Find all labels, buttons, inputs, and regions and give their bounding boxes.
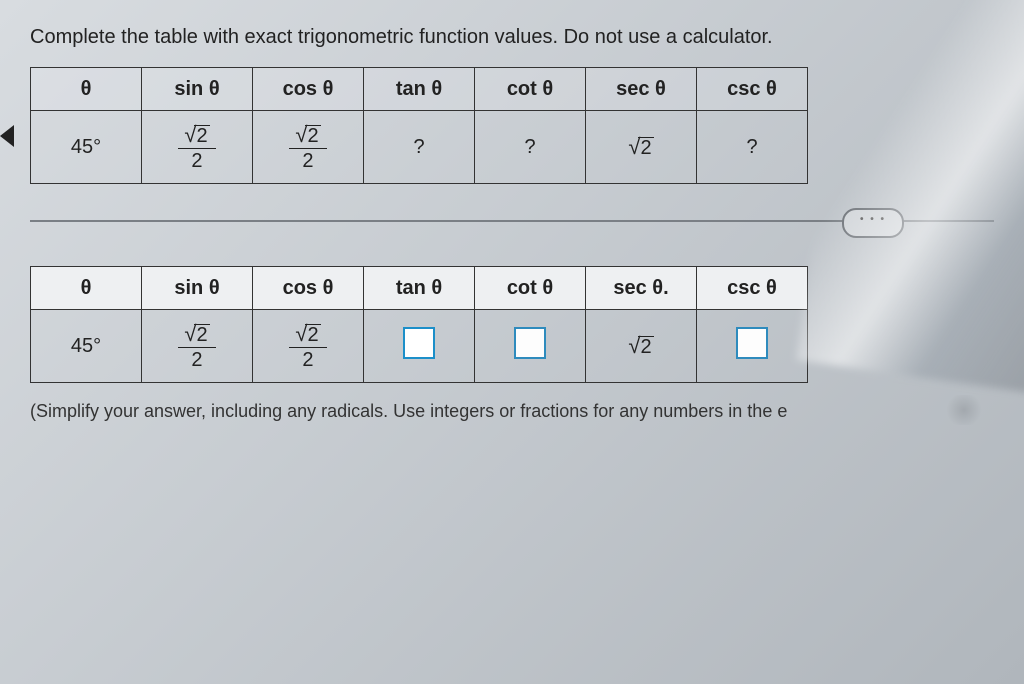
col-csc: csc θ (697, 68, 808, 111)
csc-input[interactable] (736, 327, 768, 359)
col-cos: cos θ (253, 68, 364, 111)
col-cos: cos θ (253, 267, 364, 310)
instruction-text: Complete the table with exact trigonomet… (30, 26, 994, 49)
cell-theta: 45° (31, 310, 142, 383)
prev-arrow-icon[interactable] (0, 125, 14, 147)
table-row: 45° 2 2 2 2 2 (31, 310, 808, 383)
col-sin: sin θ (142, 68, 253, 111)
cot-input[interactable] (514, 327, 546, 359)
cell-theta: 45° (31, 111, 142, 184)
cell-csc: ? (697, 111, 808, 184)
cell-sin: 2 2 (142, 310, 253, 383)
cell-csc-input (697, 310, 808, 383)
col-theta: θ (31, 68, 142, 111)
worksheet-page: Complete the table with exact trigonomet… (0, 0, 1024, 422)
help-text: (Simplify your answer, including any rad… (30, 401, 994, 422)
cell-sec: 2 (586, 310, 697, 383)
answer-table: θ sin θ cos θ tan θ cot θ sec θ. csc θ 4… (30, 266, 808, 383)
col-tan: tan θ (364, 267, 475, 310)
more-options-button[interactable]: • • • (842, 208, 904, 238)
cell-tan-input (364, 310, 475, 383)
cell-sec: 2 (586, 111, 697, 184)
col-sec: sec θ (586, 68, 697, 111)
cell-cos: 2 2 (253, 310, 364, 383)
cell-cot-input (475, 310, 586, 383)
col-cot: cot θ (475, 267, 586, 310)
col-sec: sec θ. (586, 267, 697, 310)
col-tan: tan θ (364, 68, 475, 111)
reference-table: θ sin θ cos θ tan θ cot θ sec θ csc θ 45… (30, 67, 808, 184)
cell-cos: 2 2 (253, 111, 364, 184)
table-row: 45° 2 2 2 2 ? ? 2 ? (31, 111, 808, 184)
col-cot: cot θ (475, 68, 586, 111)
divider-row: • • • (30, 202, 994, 242)
col-csc: csc θ (697, 267, 808, 310)
tan-input[interactable] (403, 327, 435, 359)
cell-sin: 2 2 (142, 111, 253, 184)
col-theta: θ (31, 267, 142, 310)
cell-cot: ? (475, 111, 586, 184)
cell-tan: ? (364, 111, 475, 184)
col-sin: sin θ (142, 267, 253, 310)
